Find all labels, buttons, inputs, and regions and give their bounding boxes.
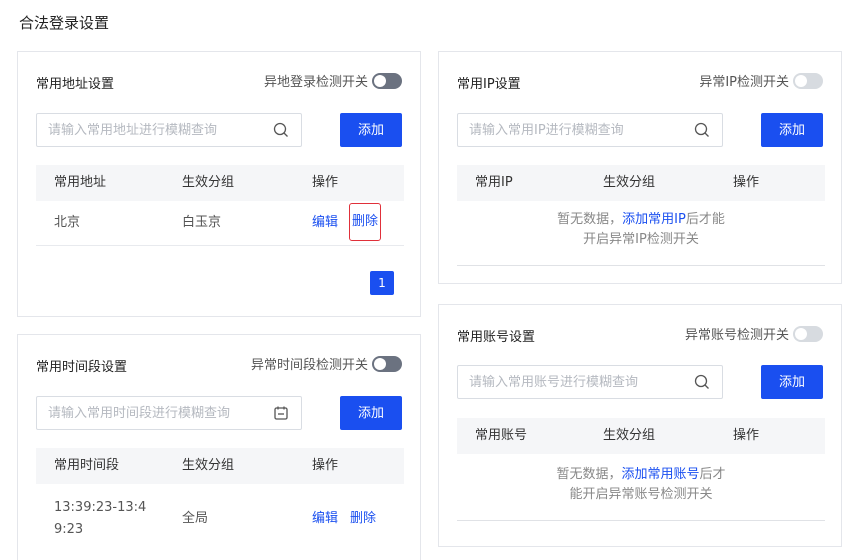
- time-cell: 13:39:23-13:4 9:23: [54, 497, 146, 541]
- empty-text: 后才能: [685, 212, 725, 227]
- remote-login-toggle[interactable]: [372, 72, 402, 89]
- ip-settings-card: 常用IP设置 异常IP检测开关 添加 常用IP 生效分组 操作 暂无数据，添加常…: [438, 51, 842, 284]
- ip-search-box: [457, 113, 723, 147]
- table-header: 常用时间段 生效分组 操作: [36, 448, 404, 484]
- card-title: 常用地址设置: [36, 77, 115, 92]
- add-address-button[interactable]: 添加: [340, 113, 402, 147]
- ip-search-input[interactable]: [458, 114, 669, 146]
- remote-login-switch-group: 异地登录检测开关: [264, 71, 402, 90]
- table-header: 常用IP 生效分组 操作: [457, 165, 825, 201]
- column-header: 操作: [312, 175, 339, 190]
- account-settings-card: 常用账号设置 异常账号检测开关 添加 常用账号 生效分组 操作 暂无数据，添加常…: [438, 304, 842, 547]
- switch-label: 异常IP检测开关: [699, 75, 789, 90]
- switch-label: 异常账号检测开关: [684, 328, 789, 343]
- column-header: 生效分组: [182, 458, 235, 473]
- address-settings-card: 常用地址设置 异地登录检测开关 添加 常用地址 生效分组 操作 北京 白玉京 编…: [17, 51, 421, 317]
- switch-label: 异地登录检测开关: [263, 75, 368, 90]
- card-title: 常用账号设置: [457, 330, 536, 345]
- address-search-input[interactable]: [37, 114, 248, 146]
- table-row: 北京 白玉京 编辑 删除: [36, 201, 404, 246]
- empty-text: 暂无数据，: [557, 212, 623, 227]
- add-ip-button[interactable]: 添加: [761, 113, 823, 147]
- empty-text: 后才: [699, 467, 726, 482]
- time-cell-line2: 9:23: [54, 522, 84, 537]
- card-title: 常用IP设置: [457, 77, 521, 92]
- time-settings-card: 常用时间段设置 异常时间段检测开关 添加 常用时间段 生效分组 操作 13:39…: [17, 334, 421, 560]
- ip-detect-toggle[interactable]: [793, 72, 823, 89]
- time-search-input[interactable]: [37, 397, 248, 429]
- account-search-box: [457, 365, 723, 399]
- account-switch-group: 异常账号检测开关: [685, 324, 823, 343]
- search-icon[interactable]: [694, 122, 710, 138]
- column-header: 操作: [733, 175, 760, 190]
- column-header: 操作: [733, 428, 760, 443]
- address-search-box: [36, 113, 302, 147]
- card-title: 常用时间段设置: [36, 360, 128, 375]
- add-ip-link[interactable]: 添加常用IP: [622, 212, 686, 227]
- ip-switch-group: 异常IP检测开关: [699, 71, 823, 90]
- group-cell: 白玉京: [182, 215, 222, 230]
- empty-text-line2: 开启异常IP检测开关: [583, 232, 699, 247]
- column-header: 常用地址: [54, 175, 107, 190]
- table-header: 常用地址 生效分组 操作: [36, 165, 404, 201]
- search-icon[interactable]: [273, 122, 289, 138]
- pagination-page-1[interactable]: 1: [370, 271, 394, 295]
- delete-link[interactable]: 删除: [350, 501, 376, 537]
- column-header: 常用IP: [475, 175, 513, 190]
- account-search-input[interactable]: [458, 366, 669, 398]
- calendar-icon[interactable]: [273, 405, 289, 421]
- delete-link[interactable]: 删除: [348, 203, 382, 241]
- add-account-button[interactable]: 添加: [761, 365, 823, 399]
- page-title: 合法登录设置: [19, 14, 110, 32]
- time-detect-toggle[interactable]: [372, 355, 402, 372]
- account-detect-toggle[interactable]: [793, 325, 823, 342]
- column-header: 常用时间段: [54, 458, 120, 473]
- add-time-button[interactable]: 添加: [340, 396, 402, 430]
- table-header: 常用账号 生效分组 操作: [457, 418, 825, 454]
- search-icon[interactable]: [694, 374, 710, 390]
- empty-text-line2: 能开启异常账号检测开关: [569, 487, 713, 502]
- time-switch-group: 异常时间段检测开关: [251, 354, 402, 373]
- empty-state: 暂无数据，添加常用账号后才 能开启异常账号检测开关: [457, 465, 825, 521]
- column-header: 生效分组: [603, 428, 656, 443]
- column-header: 常用账号: [475, 428, 528, 443]
- group-cell: 全局: [182, 511, 209, 526]
- time-cell-line1: 13:39:23-13:4: [54, 500, 147, 515]
- time-search-box: [36, 396, 302, 430]
- empty-state: 暂无数据，添加常用IP后才能 开启异常IP检测开关: [457, 210, 825, 266]
- table-row: 13:39:23-13:4 9:23 全局 编辑 删除: [36, 484, 404, 554]
- empty-text: 暂无数据，: [556, 467, 622, 482]
- address-cell: 北京: [54, 215, 81, 230]
- add-account-link[interactable]: 添加常用账号: [621, 467, 699, 482]
- column-header: 生效分组: [182, 175, 235, 190]
- edit-link[interactable]: 编辑: [312, 201, 338, 245]
- column-header: 生效分组: [603, 175, 656, 190]
- column-header: 操作: [312, 458, 339, 473]
- switch-label: 异常时间段检测开关: [250, 358, 368, 373]
- edit-link[interactable]: 编辑: [312, 501, 338, 537]
